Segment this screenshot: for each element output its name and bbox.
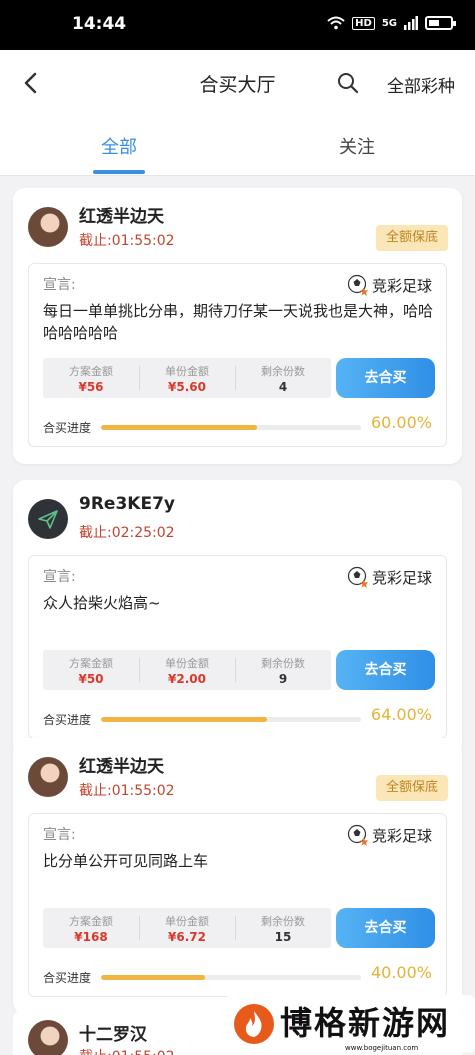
progress-bar [101, 975, 361, 980]
stat-value: ¥50 [78, 672, 104, 686]
stat-total-amount: 方案金额 ¥50 [43, 655, 139, 686]
progress-fill [101, 717, 268, 722]
all-lottery-types-button[interactable]: 全部彩种 [387, 72, 455, 97]
join-button[interactable]: 去合买 [336, 650, 435, 690]
plan-panel: 宣言: 竞彩足球 每日一单单挑比分串，期待刀仔某一天说我也是大神，哈哈哈哈哈哈哈… [28, 263, 447, 447]
tab-following[interactable]: 关注 [339, 133, 375, 159]
wifi-icon [327, 16, 345, 30]
declaration-label: 宣言: [43, 569, 76, 585]
username: 红透半边天 [79, 757, 164, 777]
avatar[interactable] [28, 207, 68, 247]
stat-label: 剩余份数 [261, 657, 305, 670]
hd-badge: HD [352, 16, 375, 30]
group-buy-card: 红透半边天 截止:01:55:02 全额保底 宣言: 竞彩足球 比分单公开可见同… [13, 738, 462, 1014]
plan-stats: 方案金额 ¥56 单份金额 ¥5.60 剩余份数 4 去合买 [43, 358, 435, 398]
lottery-type: 竞彩足球 [347, 824, 432, 846]
paper-plane-icon [38, 510, 58, 529]
lottery-label: 竞彩足球 [371, 826, 432, 845]
stat-total-amount: 方案金额 ¥56 [43, 363, 139, 394]
stat-label: 剩余份数 [261, 365, 305, 378]
progress-bar [101, 717, 361, 722]
join-button[interactable]: 去合买 [336, 358, 435, 398]
plan-panel: 宣言: 竞彩足球 众人拾柴火焰高~ 方案金额 ¥50 单份金额 ¥2.00 剩余… [28, 555, 447, 739]
watermark-title: 博格新游网 [280, 1004, 451, 1042]
group-buy-card: 红透半边天 截止:01:55:02 全额保底 宣言: 竞彩足球 每日一单单挑比分… [13, 188, 462, 464]
plan-panel: 宣言: 竞彩足球 比分单公开可见同路上车 方案金额 ¥168 单份金额 ¥6.7… [28, 813, 447, 997]
status-icons: HD 5G [327, 16, 456, 30]
deadline: 截止:01:55:02 [79, 233, 175, 249]
lottery-label: 竞彩足球 [371, 276, 432, 295]
stat-remaining-shares: 剩余份数 4 [235, 363, 331, 394]
progress-bar [101, 425, 361, 430]
plan-stats: 方案金额 ¥50 单份金额 ¥2.00 剩余份数 9 去合买 [43, 650, 435, 690]
stat-value: ¥56 [78, 380, 104, 394]
football-icon [347, 566, 368, 588]
stat-label: 方案金额 [69, 915, 113, 928]
active-tab-indicator [93, 170, 145, 174]
declaration-label: 宣言: [43, 277, 76, 293]
avatar[interactable] [28, 757, 68, 797]
stat-value: ¥168 [74, 930, 108, 944]
stat-value: ¥6.72 [168, 930, 206, 944]
flame-logo-icon [234, 1004, 274, 1044]
stat-label: 方案金额 [69, 657, 113, 670]
tab-all[interactable]: 全部 [101, 133, 137, 159]
progress-value: 40.00% [370, 963, 432, 982]
stat-value: 9 [278, 672, 288, 686]
stat-label: 单份金额 [165, 657, 209, 670]
signal-icon [404, 16, 418, 30]
avatar[interactable] [28, 1020, 68, 1055]
progress-fill [101, 975, 205, 980]
progress-value: 64.00% [370, 705, 432, 724]
stat-unit-amount: 单份金额 ¥6.72 [139, 913, 235, 944]
stat-remaining-shares: 剩余份数 9 [235, 655, 331, 686]
declaration-text: 众人拾柴火焰高~ [43, 594, 161, 612]
stat-total-amount: 方案金额 ¥168 [43, 913, 139, 944]
group-buy-card: 9Re3KE7y 截止:02:25:02 宣言: 竞彩足球 众人拾柴火焰高~ 方… [13, 480, 462, 756]
stat-value: ¥2.00 [168, 672, 206, 686]
join-button[interactable]: 去合买 [336, 908, 435, 948]
nav-bar: 合买大厅 全部彩种 [0, 50, 475, 116]
progress-value: 60.00% [370, 413, 432, 432]
stat-remaining-shares: 剩余份数 15 [235, 913, 331, 944]
deadline: 截止:01:55:02 [79, 1046, 175, 1055]
stat-value: 4 [278, 380, 288, 394]
stat-label: 单份金额 [165, 365, 209, 378]
lottery-label: 竞彩足球 [371, 568, 432, 587]
progress-label: 合买进度 [43, 971, 92, 985]
full-guarantee-badge: 全额保底 [376, 775, 448, 801]
lottery-type: 竞彩足球 [347, 274, 432, 296]
stat-value: 15 [274, 930, 292, 944]
stat-unit-amount: 单份金额 ¥5.60 [139, 363, 235, 394]
avatar[interactable] [28, 499, 68, 539]
stat-label: 单份金额 [165, 915, 209, 928]
status-bar: 14:44 HD 5G [0, 0, 475, 50]
username: 红透半边天 [79, 207, 164, 227]
progress-label: 合买进度 [43, 421, 92, 435]
full-guarantee-badge: 全额保底 [376, 225, 448, 251]
tab-bar: 全部 关注 [0, 116, 475, 176]
search-icon[interactable] [336, 71, 360, 95]
status-time: 14:44 [72, 14, 127, 34]
stat-unit-amount: 单份金额 ¥2.00 [139, 655, 235, 686]
declaration-label: 宣言: [43, 827, 76, 843]
network-label: 5G [381, 17, 397, 29]
deadline: 截止:02:25:02 [79, 525, 175, 541]
username: 十二罗汉 [79, 1025, 147, 1045]
declaration-text: 每日一单单挑比分串，期待刀仔某一天说我也是大神，哈哈哈哈哈哈哈 [43, 302, 434, 342]
lottery-type: 竞彩足球 [347, 566, 432, 588]
stat-value: ¥5.60 [168, 380, 206, 394]
declaration-text: 比分单公开可见同路上车 [43, 852, 209, 870]
battery-icon [425, 16, 456, 30]
stat-label: 剩余份数 [261, 915, 305, 928]
football-icon [347, 824, 368, 846]
username: 9Re3KE7y [79, 494, 175, 514]
stat-label: 方案金额 [69, 365, 113, 378]
progress-fill [101, 425, 257, 430]
football-icon [347, 274, 368, 296]
deadline: 截止:01:55:02 [79, 783, 175, 799]
plan-stats: 方案金额 ¥168 单份金额 ¥6.72 剩余份数 15 去合买 [43, 908, 435, 948]
progress-label: 合买进度 [43, 713, 92, 727]
watermark-url: www.bogejituan.com [345, 1044, 419, 1052]
